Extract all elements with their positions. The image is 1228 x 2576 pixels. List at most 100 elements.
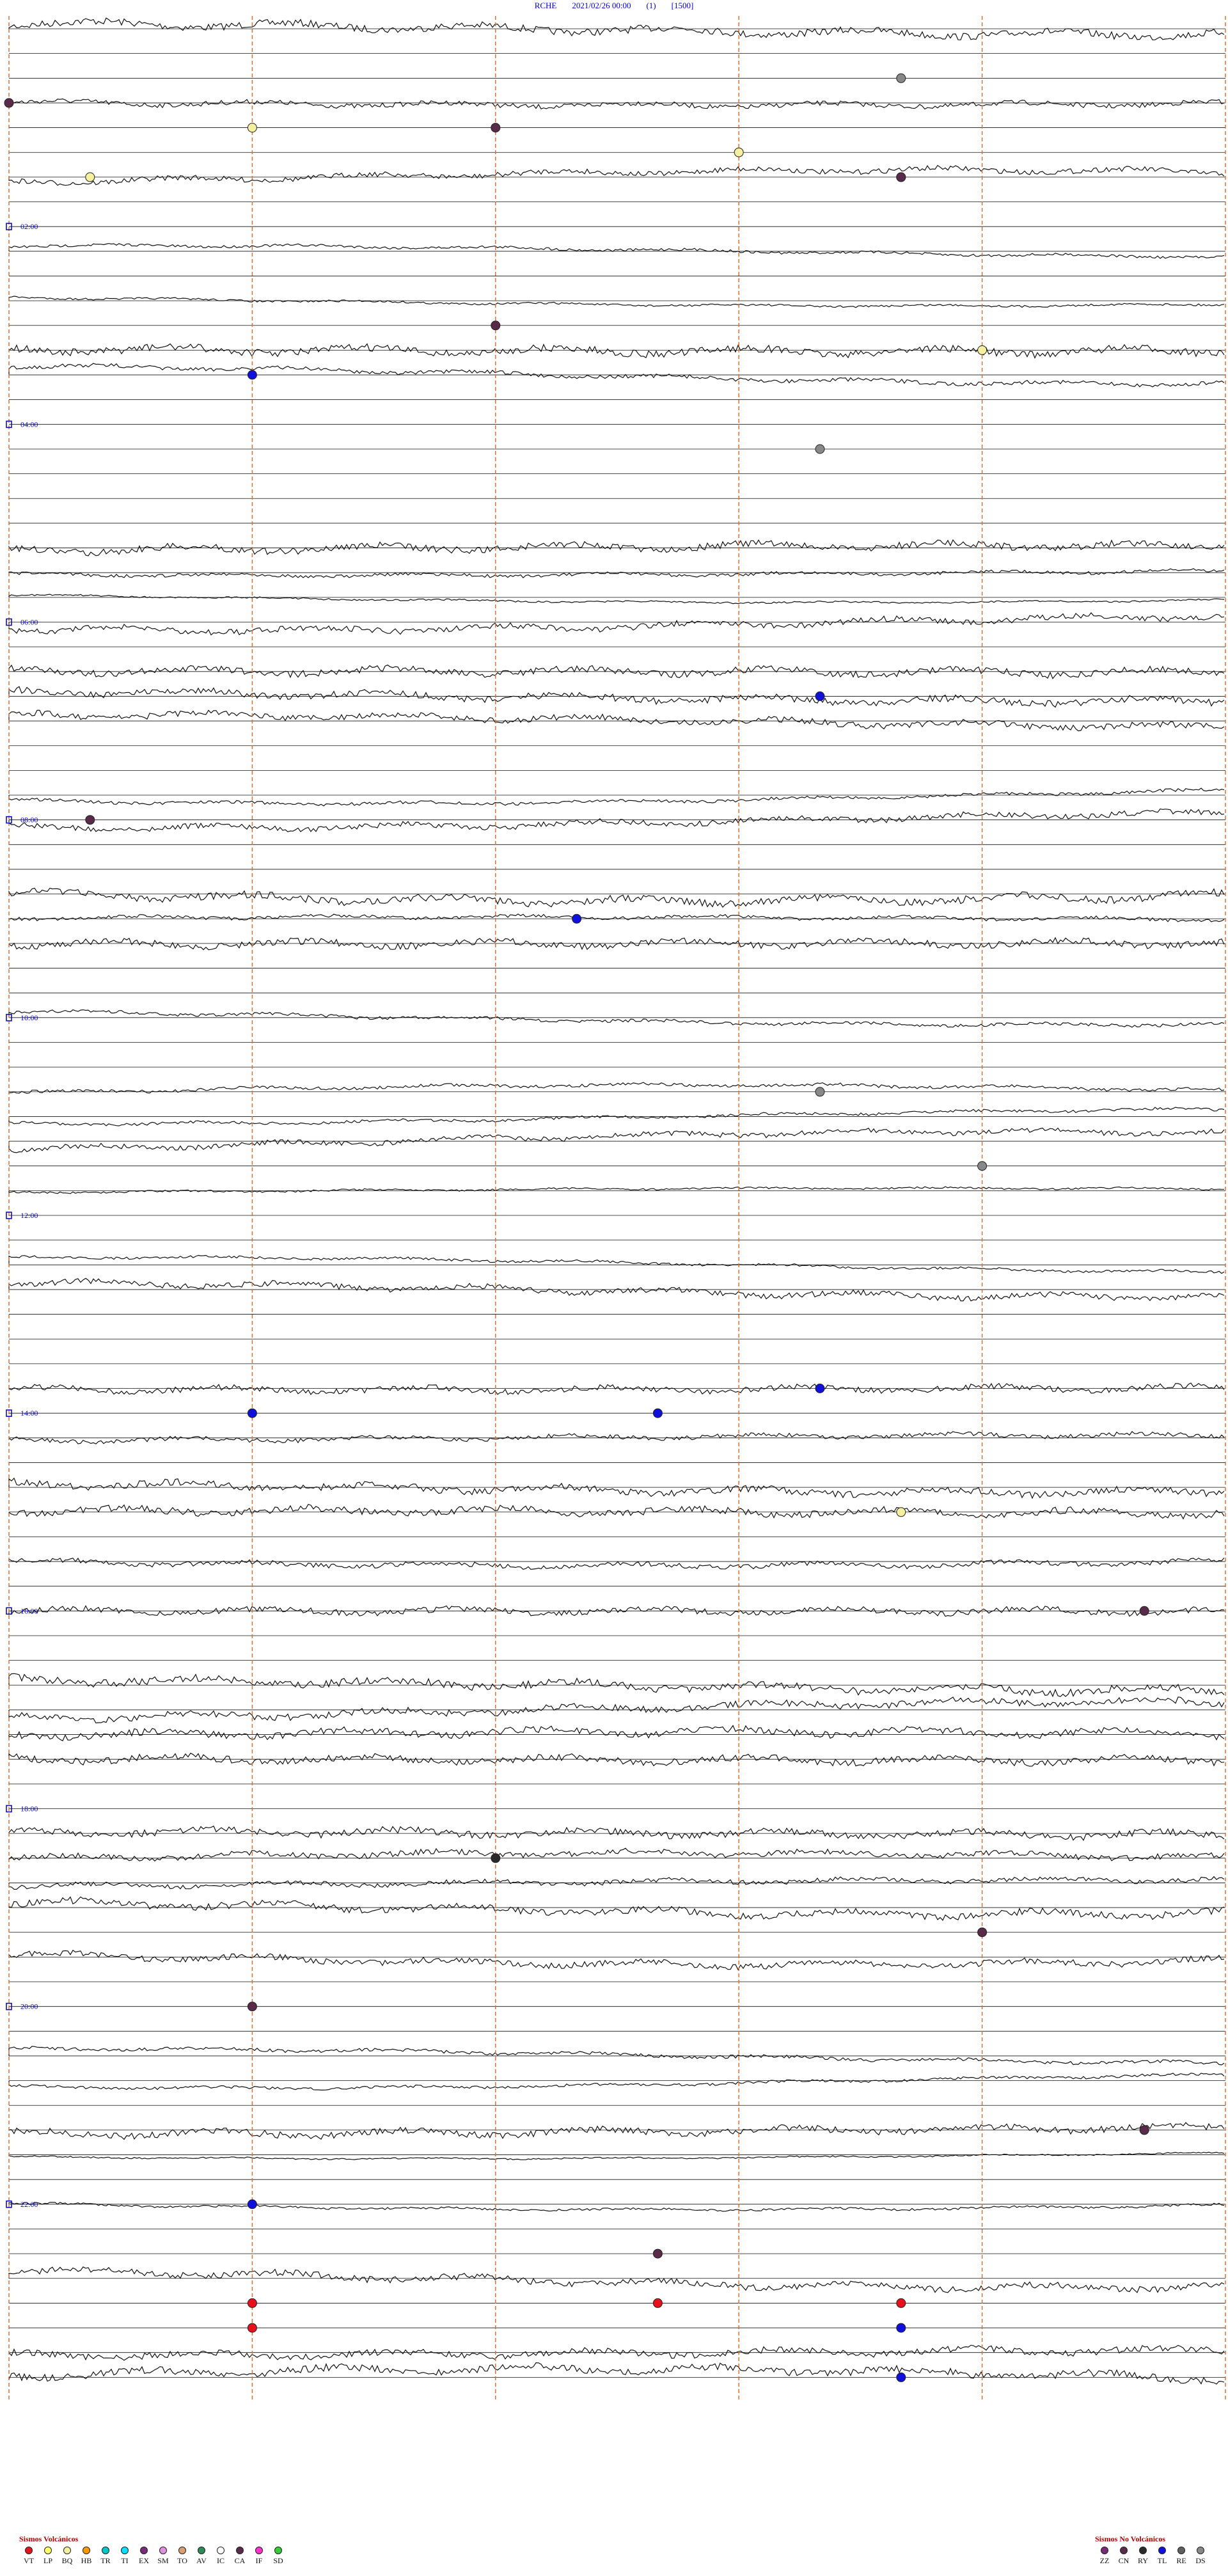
event-marker-ds: [815, 1087, 825, 1097]
trace: [8, 1752, 1225, 1767]
event-marker-ca: [85, 815, 95, 825]
legend-marker-icon: [1139, 2547, 1147, 2554]
trace: [8, 808, 1225, 832]
legend-label: TR: [100, 2556, 111, 2565]
event-marker-vt: [896, 2298, 906, 2308]
event-marker-ca: [491, 320, 501, 331]
event-marker-vt: [247, 2323, 257, 2333]
trace: [8, 594, 1225, 604]
trace: [8, 242, 1225, 259]
event-marker-tl: [896, 2372, 906, 2382]
hour-label: 06:00: [20, 618, 38, 627]
legv-ic: IC: [211, 2547, 230, 2566]
trace: [8, 664, 1225, 679]
trace: [8, 1186, 1224, 1194]
legend-marker-icon: [1158, 2547, 1166, 2554]
legend-marker-icon: [178, 2547, 186, 2554]
event-markers: [4, 73, 1149, 2382]
legn-zz: ZZ: [1095, 2547, 1114, 2566]
trace: [8, 296, 1225, 308]
trace: [8, 1127, 1225, 1153]
event-marker-ca: [977, 1927, 988, 1938]
legend-marker-icon: [25, 2547, 33, 2554]
legend-label: ZZ: [1099, 2556, 1110, 2565]
trace: [8, 1254, 1225, 1274]
legv-ca: CA: [230, 2547, 249, 2566]
hour-label: 04:00: [20, 420, 38, 429]
event-marker-vt: [652, 2298, 663, 2308]
chart-header: RCHE 2021/02/26 00:00 (1) [1500]: [0, 0, 1228, 14]
legend-label: CA: [234, 2556, 246, 2565]
legv-ex: EX: [134, 2547, 154, 2566]
event-marker-ca: [247, 2002, 257, 2012]
legend-label: BQ: [61, 2556, 73, 2565]
legend-marker-icon: [217, 2547, 224, 2554]
legn-tl: TL: [1153, 2547, 1172, 2566]
legend-marker-icon: [236, 2547, 244, 2554]
hour-label: 12:00: [20, 1211, 38, 1220]
event-marker-bq: [734, 147, 744, 157]
hour-label: 16:00: [20, 1606, 38, 1615]
legn-re: RE: [1172, 2547, 1191, 2566]
trace: [8, 1382, 1225, 1396]
helicorder-plot: 02:00 04:00 06:00 08:00 10:00 12:00 14:00 16:00…: [4, 16, 1226, 2402]
hour-label: 10:00: [20, 1013, 38, 1022]
legv-tr: TR: [96, 2547, 115, 2566]
trace: [8, 1477, 1225, 1499]
legend-label: CN: [1118, 2556, 1130, 2565]
event-marker-bq: [896, 1507, 906, 1517]
legend-marker-icon: [63, 2547, 71, 2554]
trace: [8, 887, 1225, 908]
legend-label: TI: [121, 2556, 129, 2565]
trace: [8, 612, 1225, 636]
legend-marker-icon: [1197, 2547, 1204, 2554]
legend-volcanic-title: Sismos Volcánicos: [19, 2534, 79, 2543]
legend-marker-icon: [1120, 2547, 1128, 2554]
legend-marker-icon: [198, 2547, 205, 2554]
legend-marker-icon: [274, 2547, 282, 2554]
event-marker-ry: [491, 1853, 501, 1863]
legv-bq: BQ: [58, 2547, 77, 2566]
legend-marker-icon: [140, 2547, 148, 2554]
event-marker-tl: [247, 370, 257, 380]
legv-av: AV: [192, 2547, 211, 2566]
trace: [8, 686, 1225, 708]
trace: [8, 2266, 1225, 2293]
legend-marker-icon: [44, 2547, 52, 2554]
event-marker-bq: [977, 345, 988, 355]
legv-sm: SM: [154, 2547, 173, 2566]
legv-ti: TI: [115, 2547, 134, 2566]
event-marker-tl: [247, 2199, 257, 2209]
event-marker-ca: [491, 123, 501, 133]
trace: [8, 913, 1225, 922]
trace: [8, 2151, 1225, 2160]
legend-marker-icon: [1101, 2547, 1108, 2554]
event-marker-ds: [977, 1161, 988, 1171]
event-marker-ds: [815, 444, 825, 454]
event-marker-bq: [247, 123, 257, 133]
legend-label: HB: [81, 2556, 92, 2565]
trace: [8, 98, 1225, 110]
legend-label: VT: [24, 2556, 34, 2565]
trace: [8, 2046, 1225, 2066]
legend-label: RE: [1176, 2556, 1186, 2565]
trace: [8, 936, 1225, 951]
trace: [8, 1725, 1225, 1742]
hour-label: 08:00: [20, 816, 38, 825]
legend-label: RY: [1137, 2556, 1148, 2565]
event-marker-ds: [896, 73, 906, 83]
legv-lp: LP: [38, 2547, 58, 2566]
seismic-traces: [8, 17, 1225, 2385]
legv-hb: HB: [77, 2547, 96, 2566]
legend-label: IF: [255, 2556, 263, 2565]
start-datetime: 2021/02/26 00:00: [572, 1, 631, 10]
hour-label: 20:00: [20, 2002, 38, 2011]
legend-nonvolcanic-title: Sismos No Volcánicos: [1095, 2534, 1166, 2543]
trace: [8, 787, 1225, 807]
event-marker-bq: [85, 172, 95, 182]
event-marker-tl: [815, 1384, 825, 1393]
event-marker-vt: [247, 2298, 257, 2308]
legend-marker-icon: [255, 2547, 263, 2554]
hour-label: 14:00: [20, 1409, 38, 1418]
trace: [8, 164, 1225, 186]
